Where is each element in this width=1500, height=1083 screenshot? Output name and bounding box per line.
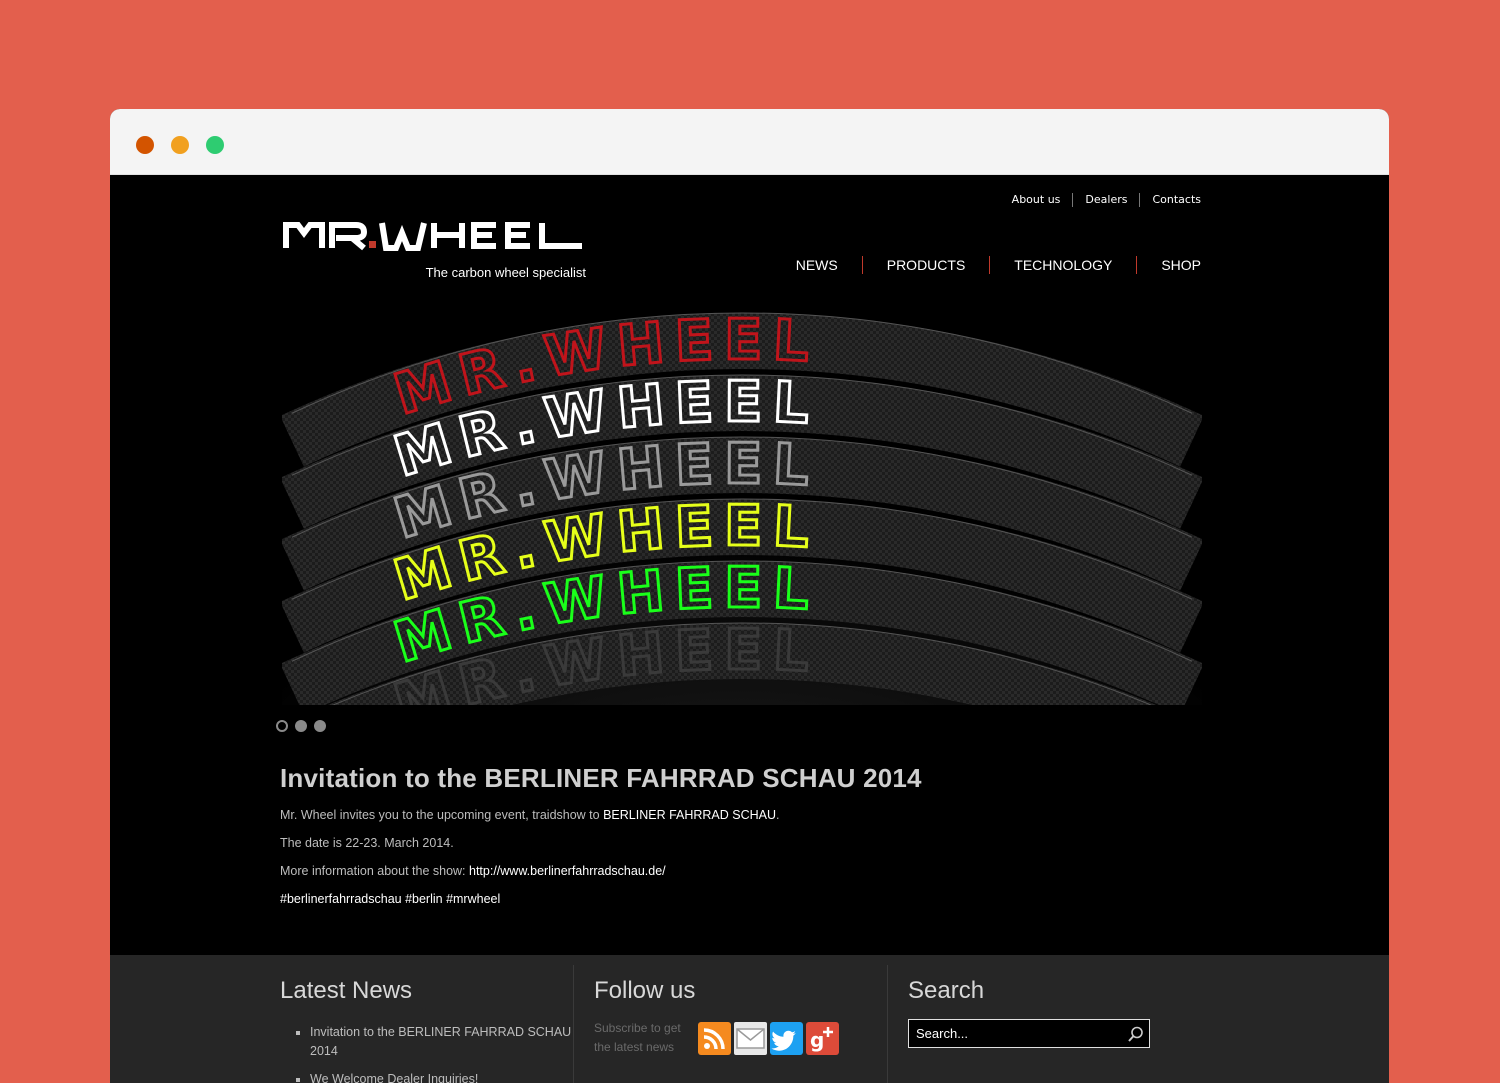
article-text: More information about the show: (280, 864, 469, 878)
article-text: Mr. Wheel invites you to the upcoming ev… (280, 808, 604, 822)
news-article: Invitation to the BERLINER FAHRRAD SCHAU… (280, 763, 1180, 920)
list-item[interactable]: Invitation to the BERLINER FAHRRAD SCHAU… (296, 1023, 573, 1061)
article-paragraph-3: More information about the show: http://… (280, 864, 1180, 879)
slider-dot-1[interactable] (276, 720, 288, 732)
slider-dot-2[interactable] (295, 720, 307, 732)
minimize-window-button[interactable] (171, 136, 189, 154)
nav-news[interactable]: NEWS (772, 256, 862, 274)
maximize-window-button[interactable] (206, 136, 224, 154)
site-tagline: The carbon wheel specialist (425, 265, 586, 280)
slider-pagination (276, 720, 326, 732)
browser-window: About us Dealers Contacts The carbon whe… (110, 109, 1389, 1083)
website: About us Dealers Contacts The carbon whe… (110, 175, 1389, 1083)
top-utility-nav: About us Dealers Contacts (1000, 193, 1201, 207)
event-name: BERLINER FAHRRAD SCHAU (603, 808, 777, 822)
social-icons: g (698, 1021, 839, 1055)
main-nav: NEWS PRODUCTS TECHNOLOGY SHOP (772, 256, 1201, 274)
search-box (908, 1019, 1150, 1048)
follow-us-widget: Follow us Subscribe to get the latest ne… (594, 965, 888, 1083)
search-widget: Search (908, 965, 1168, 1083)
article-paragraph-1: Mr. Wheel invites you to the upcoming ev… (280, 808, 1180, 823)
latest-news-widget: Latest News Invitation to the BERLINER F… (280, 965, 574, 1083)
window-titlebar (110, 109, 1389, 175)
follow-us-heading: Follow us (594, 977, 696, 1004)
site-logo[interactable]: The carbon wheel specialist (282, 219, 586, 280)
carbon-rims-image: MR.WHEELMR.WHEELMR.WHEELMR.WHEELMR.WHEEL… (272, 301, 1212, 1083)
hero-slider-image[interactable]: MR.WHEEL MR.WHEEL MR.WHEEL MR.WHEEL MR.WHEEL… (272, 301, 1212, 1083)
rss-icon[interactable] (698, 1021, 731, 1055)
search-heading: Search (908, 977, 985, 1004)
nav-technology[interactable]: TECHNOLOGY (989, 256, 1136, 274)
nav-shop[interactable]: SHOP (1136, 256, 1201, 274)
article-paragraph-2: The date is 22-23. March 2014. (280, 836, 454, 850)
article-text: . (776, 808, 780, 822)
nav-products[interactable]: PRODUCTS (861, 256, 990, 274)
about-us-link[interactable]: About us (1000, 193, 1073, 207)
search-input[interactable] (909, 1020, 1119, 1047)
dealers-link[interactable]: Dealers (1072, 193, 1139, 207)
svg-text:g: g (810, 1028, 824, 1052)
close-window-button[interactable] (136, 136, 154, 154)
search-icon[interactable] (1127, 1025, 1145, 1047)
event-website-link[interactable]: http://www.berlinerfahrradschau.de/ (469, 864, 666, 878)
email-icon[interactable] (734, 1021, 767, 1055)
slider-dot-3[interactable] (314, 720, 326, 732)
follow-row: Subscribe to get the latest news g (594, 1019, 887, 1057)
subscribe-text: Subscribe to get the latest news (594, 1021, 681, 1054)
article-hashtags: #berlinerfahrradschau #berlin #mrwheel (280, 892, 501, 906)
mr-wheel-logo (283, 222, 582, 251)
google-plus-icon[interactable]: g (806, 1021, 839, 1055)
contacts-link[interactable]: Contacts (1139, 193, 1201, 207)
twitter-icon[interactable] (770, 1021, 803, 1055)
latest-news-list: Invitation to the BERLINER FAHRRAD SCHAU… (296, 1023, 573, 1083)
list-item[interactable]: We Welcome Dealer Inquiries! (296, 1070, 573, 1083)
site-footer: Latest News Invitation to the BERLINER F… (110, 955, 1389, 1083)
article-title[interactable]: Invitation to the BERLINER FAHRRAD SCHAU… (280, 763, 1180, 794)
latest-news-heading: Latest News (280, 977, 413, 1004)
